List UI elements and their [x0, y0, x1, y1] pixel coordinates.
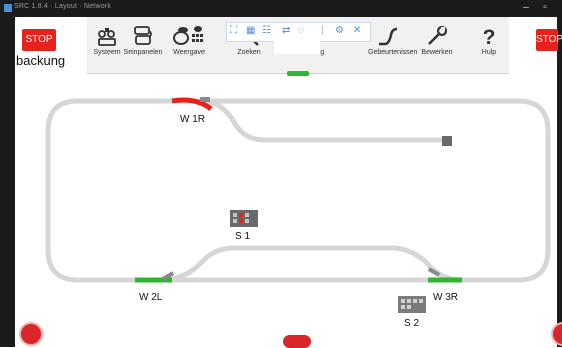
siding-buffer-stop	[442, 136, 452, 146]
turnout-label-w2l: W 2L	[139, 292, 163, 303]
turnout-label-w1r: W 1R	[180, 114, 205, 125]
w1r-switch-blade[interactable]	[200, 97, 210, 102]
siding-track	[197, 98, 451, 143]
bottom-handle[interactable]	[283, 335, 311, 348]
signal-label-s2: S 2	[404, 318, 420, 329]
track-layout	[45, 97, 551, 313]
main-loop-track	[45, 98, 551, 283]
signal-s1[interactable]	[230, 210, 258, 227]
signal-s2[interactable]	[398, 296, 426, 313]
inner-loop-track	[157, 245, 465, 283]
left-quick-action-icon[interactable]	[19, 322, 43, 346]
turnout-label-w3r: W 3R	[433, 292, 458, 303]
signal-label-s1: S 1	[235, 231, 251, 242]
